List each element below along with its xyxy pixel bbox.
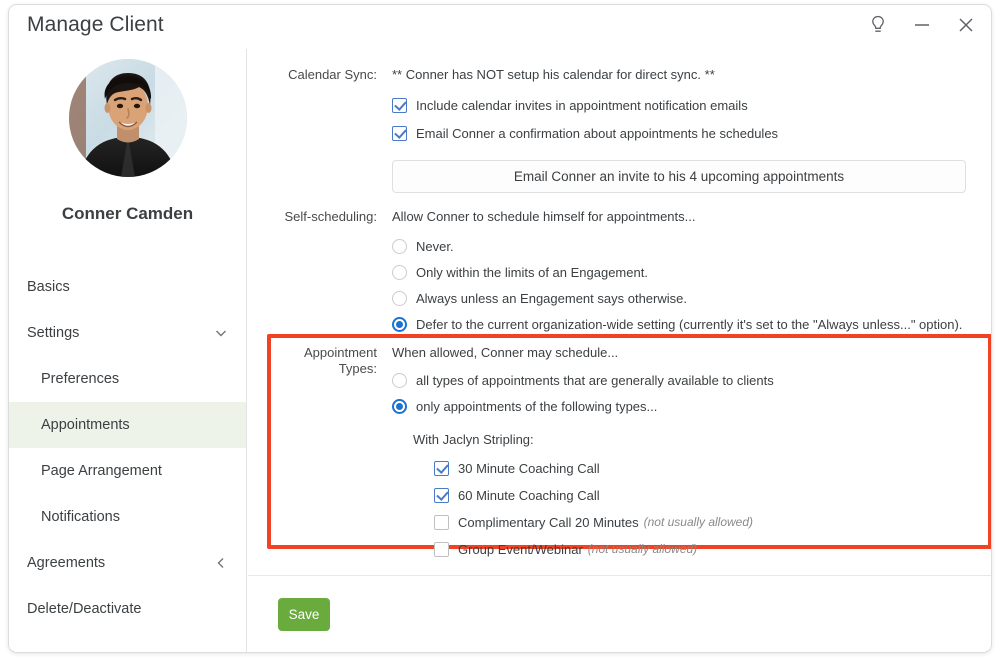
checkbox-note: (not usually allowed) — [643, 515, 754, 529]
minimize-icon[interactable] — [911, 13, 933, 37]
calendar-sync-label: Calendar Sync: — [288, 67, 377, 82]
checkbox-label: Group Event/Webinar — [458, 541, 583, 557]
sidebar-item-label: Notifications — [41, 509, 120, 525]
radio-label: Defer to the current organization-wide s… — [416, 316, 963, 332]
email-invite-button[interactable]: Email Conner an invite to his 4 upcoming… — [392, 160, 966, 193]
sidebar-item-label: Settings — [27, 325, 80, 341]
sidebar-item-settings[interactable]: Settings — [9, 310, 246, 356]
manage-client-window: Manage Client Conner Camden Basics Setti… — [8, 4, 992, 653]
checkbox-icon[interactable] — [392, 125, 407, 141]
radio-icon[interactable] — [392, 290, 407, 306]
sidebar-item-label: Appointments — [41, 417, 130, 433]
provider-heading: With Jaclyn Stripling: — [413, 432, 534, 447]
self-scheduling-section: Self-scheduling: Allow Conner to schedul… — [267, 209, 962, 337]
sidebar-item-agreements[interactable]: Agreements — [9, 540, 246, 586]
radio-label: all types of appointments that are gener… — [416, 372, 774, 388]
checkbox-60-minute-coaching-call[interactable]: 60 Minute Coaching Call — [434, 482, 774, 508]
checkbox-30-minute-coaching-call[interactable]: 30 Minute Coaching Call — [434, 455, 774, 481]
appointment-types-label-line1: Appointment — [304, 345, 377, 360]
sidebar-item-delete-deactivate[interactable]: Delete/Deactivate — [9, 586, 246, 632]
window-controls — [867, 13, 977, 37]
radio-icon[interactable] — [392, 238, 407, 254]
calendar-sync-fields: ** Conner has NOT setup his calendar for… — [392, 67, 966, 193]
radio-label: only appointments of the following types… — [416, 398, 658, 414]
radio-label: Only within the limits of an Engagement. — [416, 264, 648, 280]
save-button[interactable]: Save — [278, 598, 330, 631]
radio-always-unless-engagement[interactable]: Always unless an Engagement says otherwi… — [392, 285, 962, 311]
page-title: Manage Client — [27, 13, 164, 36]
close-icon[interactable] — [955, 13, 977, 37]
sidebar-item-basics[interactable]: Basics — [9, 264, 246, 310]
checkbox-label: Include calendar invites in appointment … — [416, 97, 748, 113]
checkbox-note: (not usually allowed) — [587, 542, 698, 556]
radio-icon[interactable] — [392, 316, 407, 332]
form-footer: Save — [248, 575, 991, 652]
avatar-photo — [68, 59, 187, 177]
sidebar-item-label: Page Arrangement — [41, 463, 162, 479]
sidebar-item-label: Basics — [27, 279, 70, 295]
client-name: Conner Camden — [61, 204, 194, 223]
checkbox-icon[interactable] — [434, 541, 449, 557]
checkbox-icon[interactable] — [434, 487, 449, 503]
appointment-types-section: Appointment Types: When allowed, Conner … — [267, 345, 774, 562]
self-scheduling-fields: Allow Conner to schedule himself for app… — [392, 209, 962, 337]
checkbox-label: Complimentary Call 20 Minutes — [458, 514, 639, 530]
radio-label: Never. — [416, 238, 454, 254]
checkbox-group-event-webinar[interactable]: Group Event/Webinar (not usually allowed… — [434, 536, 774, 562]
radio-label: Always unless an Engagement says otherwi… — [416, 290, 687, 306]
settings-form: Calendar Sync: ** Conner has NOT setup h… — [248, 49, 991, 579]
avatar-wrapper — [9, 59, 246, 177]
sidebar-item-notifications[interactable]: Notifications — [9, 494, 246, 540]
radio-icon[interactable] — [392, 372, 407, 388]
radio-all-appointment-types[interactable]: all types of appointments that are gener… — [392, 367, 774, 393]
checkbox-icon[interactable] — [434, 514, 449, 530]
chevron-left-icon — [214, 556, 228, 570]
appointment-types-label: Appointment Types: — [267, 345, 377, 562]
radio-only-within-engagement-limits[interactable]: Only within the limits of an Engagement. — [392, 259, 962, 285]
checkbox-icon[interactable] — [434, 460, 449, 476]
sidebar-item-appointments[interactable]: Appointments — [9, 402, 246, 448]
sidebar-item-preferences[interactable]: Preferences — [9, 356, 246, 402]
checkbox-complimentary-call-20-minutes[interactable]: Complimentary Call 20 Minutes (not usual… — [434, 509, 774, 535]
sidebar-nav: Basics Settings Preferences Appointments… — [9, 264, 246, 632]
checkbox-label: 60 Minute Coaching Call — [458, 487, 600, 503]
checkbox-label: Email Conner a confirmation about appoin… — [416, 125, 779, 141]
radio-icon[interactable] — [392, 264, 407, 280]
sidebar-item-page-arrangement[interactable]: Page Arrangement — [9, 448, 246, 494]
help-idea-icon[interactable] — [867, 13, 889, 37]
checkbox-include-calendar-invites[interactable]: Include calendar invites in appointment … — [392, 92, 966, 118]
radio-never[interactable]: Never. — [392, 233, 962, 259]
self-scheduling-label: Self-scheduling: — [284, 209, 378, 224]
calendar-sync-section: Calendar Sync: ** Conner has NOT setup h… — [267, 67, 966, 193]
calendar-sync-note: ** Conner has NOT setup his calendar for… — [392, 67, 715, 82]
sidebar-item-label: Preferences — [41, 371, 120, 387]
title-bar: Manage Client — [9, 5, 991, 49]
radio-icon[interactable] — [392, 398, 407, 414]
appointment-types-intro: When allowed, Conner may schedule... — [392, 345, 619, 360]
appointment-types-label-line2: Types: — [338, 361, 377, 376]
checkbox-icon[interactable] — [392, 97, 407, 113]
sidebar: Conner Camden Basics Settings Preference… — [9, 49, 247, 652]
appointment-types-fields: When allowed, Conner may schedule... all… — [392, 345, 774, 562]
checkbox-label: 30 Minute Coaching Call — [458, 460, 600, 476]
avatar — [68, 59, 187, 177]
self-scheduling-intro: Allow Conner to schedule himself for app… — [392, 209, 696, 224]
checkbox-email-confirmation[interactable]: Email Conner a confirmation about appoin… — [392, 120, 966, 146]
sidebar-item-label: Delete/Deactivate — [27, 601, 142, 617]
chevron-down-icon — [214, 326, 228, 340]
sidebar-item-label: Agreements — [27, 555, 106, 571]
main-content: Calendar Sync: ** Conner has NOT setup h… — [248, 49, 991, 652]
radio-only-following-types[interactable]: only appointments of the following types… — [392, 393, 774, 419]
